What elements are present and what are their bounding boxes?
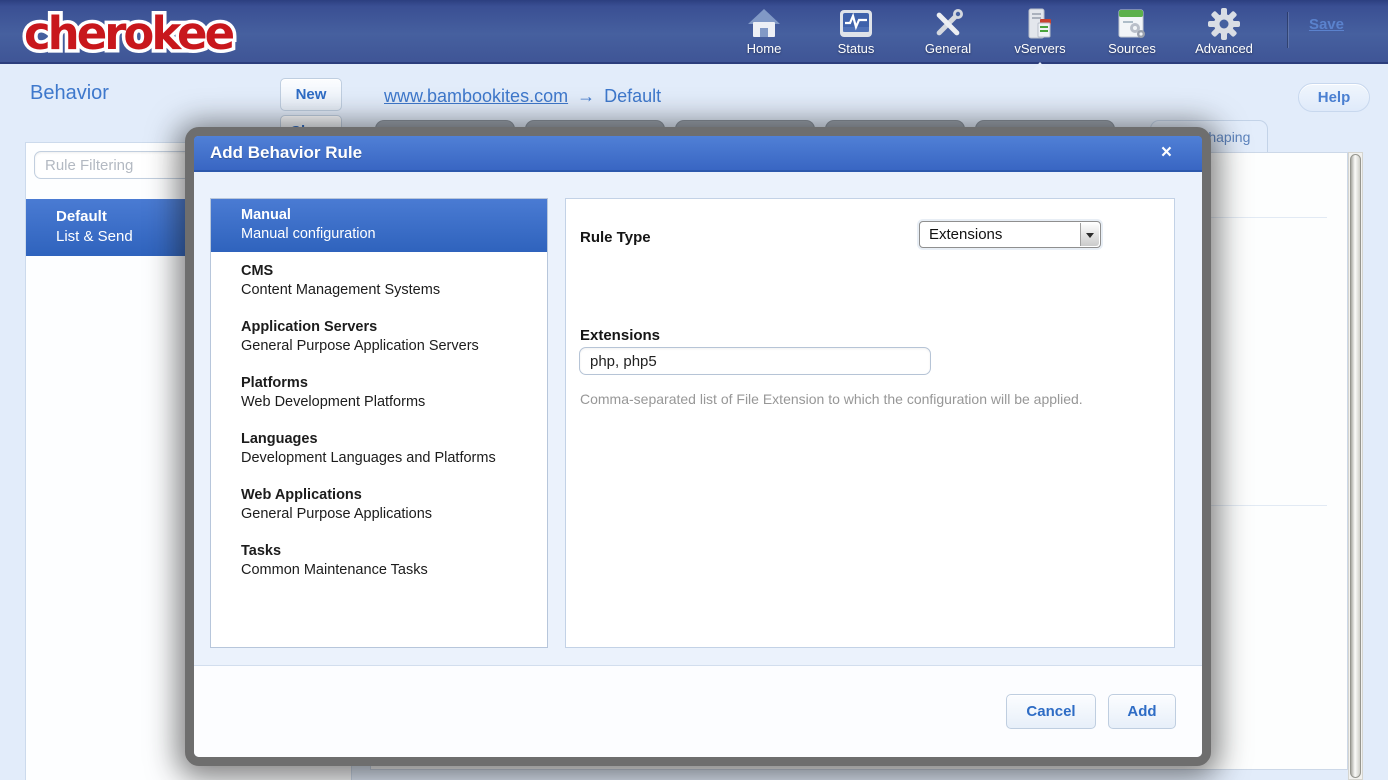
tools-icon [930, 7, 966, 41]
nav-vservers[interactable]: vServers [994, 5, 1086, 61]
category-title: Tasks [241, 542, 537, 561]
server-icon [1022, 7, 1058, 41]
dialog-header: Add Behavior Rule × [194, 136, 1202, 172]
category-tasks[interactable]: Tasks Common Maintenance Tasks [211, 535, 547, 588]
nav-advanced[interactable]: Advanced [1178, 5, 1270, 61]
rule-type-selected-value: Extensions [929, 226, 1002, 243]
gear-icon [1206, 7, 1242, 41]
category-subtitle: Common Maintenance Tasks [241, 561, 537, 580]
page-title: Behavior [30, 82, 109, 105]
nav-label: Advanced [1195, 41, 1253, 56]
category-title: Platforms [241, 374, 537, 393]
category-subtitle: General Purpose Application Servers [241, 337, 537, 356]
category-subtitle: Development Languages and Platforms [241, 449, 537, 468]
category-title: Application Servers [241, 318, 537, 337]
nav-label: Home [747, 41, 782, 56]
breadcrumb: www.bambookites.com → Default [384, 86, 661, 107]
category-application-servers[interactable]: Application Servers General Purpose Appl… [211, 311, 547, 364]
logo-text: cherokee [24, 7, 234, 60]
extensions-label: Extensions [580, 327, 660, 344]
add-behavior-rule-dialog: Add Behavior Rule × Manual Manual config… [185, 127, 1211, 766]
category-title: CMS [241, 262, 537, 281]
category-title: Languages [241, 430, 537, 449]
breadcrumb-vserver-link[interactable]: www.bambookites.com [384, 86, 568, 106]
rule-type-select[interactable]: Extensions [919, 221, 1101, 248]
dialog-body: Manual Manual configuration CMS Content … [194, 172, 1202, 665]
status-monitor-icon [838, 7, 874, 41]
category-subtitle: General Purpose Applications [241, 505, 537, 524]
scrollbar-thumb[interactable] [1350, 154, 1361, 778]
help-button[interactable]: Help [1298, 83, 1370, 112]
main-nav: Home Status General [718, 5, 1270, 61]
category-subtitle: Web Development Platforms [241, 393, 537, 412]
dialog-title: Add Behavior Rule [210, 143, 1147, 163]
nav-label: Sources [1108, 41, 1156, 56]
dialog-footer: Cancel Add [194, 665, 1202, 757]
breadcrumb-arrow: → [577, 86, 595, 106]
sources-window-icon [1114, 7, 1150, 41]
category-platforms[interactable]: Platforms Web Development Platforms [211, 367, 547, 420]
nav-label: General [925, 41, 971, 56]
save-button[interactable]: Save [1309, 16, 1344, 33]
extensions-help-text: Comma-separated list of File Extension t… [580, 391, 1083, 407]
category-web-applications[interactable]: Web Applications General Purpose Applica… [211, 479, 547, 532]
category-languages[interactable]: Languages Development Languages and Plat… [211, 423, 547, 476]
cherokee-logo: cherokee [20, 4, 290, 67]
chevron-down-icon [1080, 223, 1099, 246]
top-navigation-bar: cherokee Home Status [0, 0, 1388, 64]
close-icon[interactable]: × [1147, 142, 1186, 164]
nav-general[interactable]: General [902, 5, 994, 61]
topbar-divider [1287, 12, 1288, 48]
category-subtitle: Content Management Systems [241, 281, 537, 300]
home-icon [746, 7, 782, 41]
breadcrumb-rule: Default [604, 86, 661, 106]
new-rule-button[interactable]: New [280, 78, 342, 111]
category-cms[interactable]: CMS Content Management Systems [211, 255, 547, 308]
rule-form-panel: Rule Type Extensions Extensions Comma-se… [565, 198, 1175, 648]
cancel-button[interactable]: Cancel [1006, 694, 1096, 729]
add-button[interactable]: Add [1108, 694, 1176, 729]
category-subtitle: Manual configuration [241, 225, 537, 244]
nav-sources[interactable]: Sources [1086, 5, 1178, 61]
rule-type-label: Rule Type [580, 229, 651, 246]
extensions-input[interactable] [579, 347, 931, 375]
nav-label: Status [838, 41, 875, 56]
category-title: Web Applications [241, 486, 537, 505]
nav-home[interactable]: Home [718, 5, 810, 61]
category-title: Manual [241, 206, 537, 225]
nav-status[interactable]: Status [810, 5, 902, 61]
category-manual[interactable]: Manual Manual configuration [211, 199, 547, 252]
page-background: Behavior New Clone Default List & Send w… [0, 64, 1388, 780]
vertical-scrollbar[interactable] [1348, 152, 1363, 780]
rule-category-list: Manual Manual configuration CMS Content … [210, 198, 548, 648]
nav-label: vServers [1014, 41, 1065, 56]
